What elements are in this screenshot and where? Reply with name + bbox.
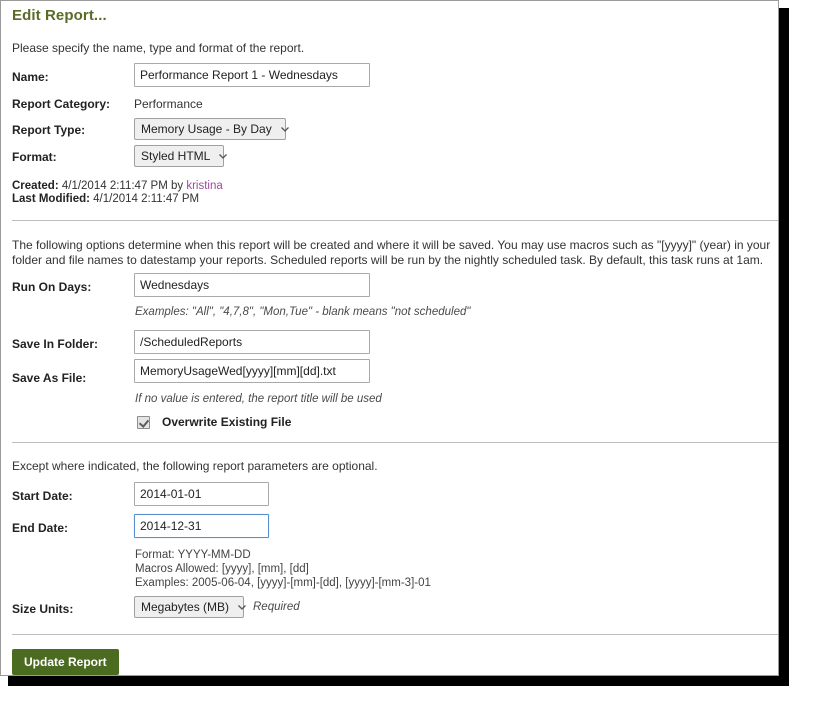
report-type-select[interactable]: Memory Usage - By Day	[134, 118, 289, 140]
save-in-folder-input[interactable]	[134, 330, 370, 354]
save-in-folder-label: Save In Folder:	[12, 337, 99, 351]
run-on-days-input[interactable]	[134, 273, 370, 297]
size-units-required-note: Required	[253, 601, 300, 613]
save-as-file-label: Save As File:	[12, 371, 87, 385]
name-label: Name:	[12, 70, 49, 84]
chevron-down-icon	[218, 151, 228, 161]
overwrite-existing-file-label: Overwrite Existing File	[162, 415, 292, 429]
divider-3	[12, 634, 778, 635]
save-as-file-hint: If no value is entered, the report title…	[135, 393, 382, 405]
section-intro-scheduling: The following options determine when thi…	[12, 238, 771, 267]
start-date-input[interactable]	[134, 482, 269, 506]
size-units-select-value: Megabytes (MB)	[141, 600, 230, 614]
start-date-label: Start Date:	[12, 489, 73, 503]
checkbox-icon[interactable]	[137, 415, 150, 429]
section-intro-report-details: Please specify the name, type and format…	[12, 41, 305, 55]
format-label: Format:	[12, 150, 57, 164]
overwrite-existing-file-checkbox[interactable]: Overwrite Existing File	[137, 415, 291, 429]
report-type-select-value: Memory Usage - By Day	[141, 122, 272, 136]
format-select[interactable]: Styled HTML	[134, 145, 228, 167]
last-modified-meta: Last Modified: 4/1/2014 2:11:47 PM	[12, 193, 199, 205]
report-category-label: Report Category:	[12, 97, 111, 111]
save-as-file-input[interactable]	[134, 359, 370, 383]
created-label: Created:	[12, 180, 59, 192]
report-category-value: Performance	[134, 97, 203, 111]
section-intro-parameters: Except where indicated, the following re…	[12, 459, 378, 473]
divider-1	[12, 220, 778, 221]
created-by-user-link[interactable]: kristina	[186, 180, 222, 192]
divider-2	[12, 442, 778, 443]
name-input[interactable]	[134, 63, 370, 87]
edit-report-dialog: Edit Report... Please specify the name, …	[0, 0, 779, 676]
run-on-days-hint: Examples: "All", "4,7,8", "Mon,Tue" - bl…	[135, 306, 471, 318]
created-by-prefix: by	[170, 180, 184, 192]
report-type-label: Report Type:	[12, 123, 86, 137]
size-units-label: Size Units:	[12, 602, 74, 616]
end-date-input[interactable]	[134, 514, 269, 538]
update-report-button[interactable]: Update Report	[12, 649, 119, 675]
date-macros-hint: Macros Allowed: [yyyy], [mm], [dd]	[135, 563, 309, 575]
created-meta: Created: 4/1/2014 2:11:47 PM by kristina	[12, 180, 223, 192]
date-examples-hint: Examples: 2005-06-04, [yyyy]-[mm]-[dd], …	[135, 577, 431, 589]
size-units-select[interactable]: Megabytes (MB)	[134, 596, 247, 618]
last-modified-label: Last Modified:	[12, 193, 90, 205]
format-select-value: Styled HTML	[141, 149, 211, 163]
end-date-label: End Date:	[12, 521, 69, 535]
chevron-down-icon	[280, 124, 290, 134]
chevron-down-icon	[237, 602, 247, 612]
created-value: 4/1/2014 2:11:47 PM	[61, 180, 168, 192]
date-format-hint: Format: YYYY-MM-DD	[135, 549, 251, 561]
run-on-days-label: Run On Days:	[12, 280, 92, 294]
page-title: Edit Report...	[12, 7, 107, 24]
last-modified-value: 4/1/2014 2:11:47 PM	[93, 193, 200, 205]
